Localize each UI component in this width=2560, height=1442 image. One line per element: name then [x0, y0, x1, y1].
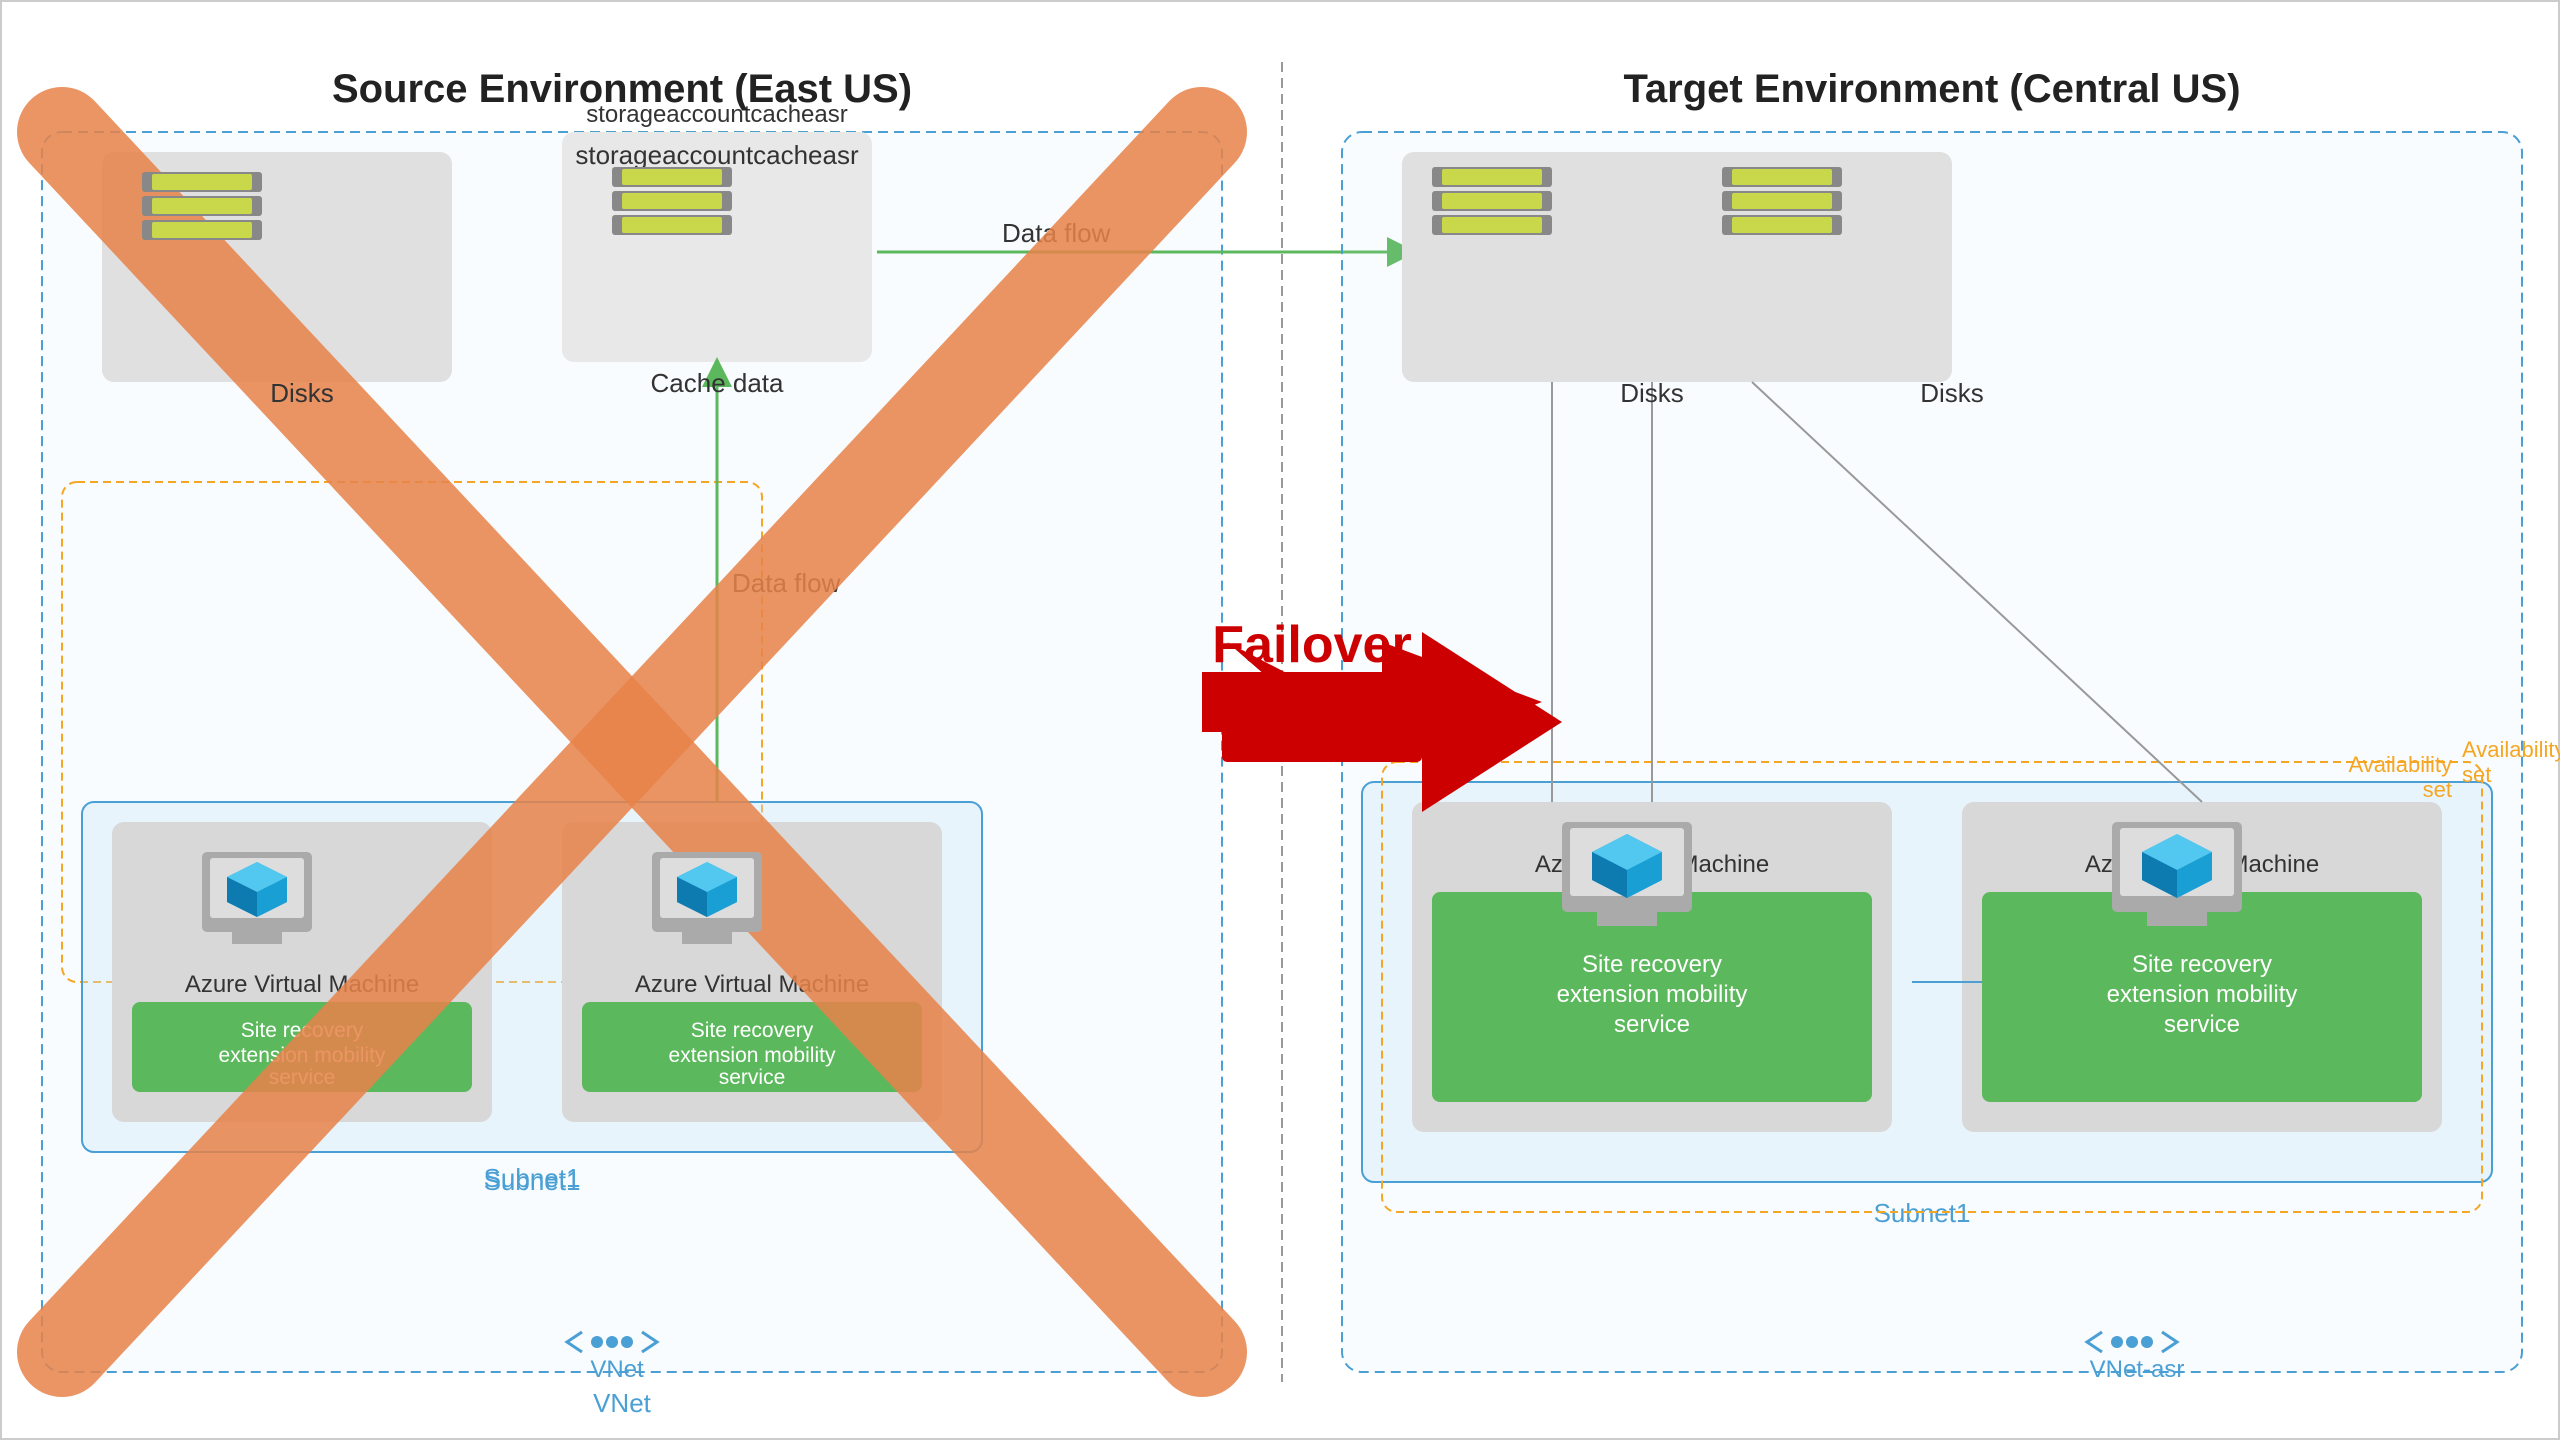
- svg-text:Cache data: Cache data: [651, 368, 785, 398]
- svg-text:Subnet1: Subnet1: [484, 1163, 581, 1193]
- svg-text:service: service: [1614, 1011, 1690, 1038]
- svg-text:Failover: Failover: [1212, 616, 1411, 674]
- svg-text:VNet-asr: VNet-asr: [2090, 1356, 2185, 1383]
- svg-text:Disks: Disks: [270, 378, 334, 408]
- svg-text:extension mobility: extension mobility: [669, 1044, 836, 1067]
- svg-text:Target Environment (Central US: Target Environment (Central US): [1623, 67, 2240, 111]
- svg-text:service: service: [719, 1066, 786, 1089]
- svg-text:service: service: [269, 1066, 336, 1089]
- svg-text:Azure Virtual Machine: Azure Virtual Machine: [185, 971, 419, 998]
- source-vnet-label: VNet: [593, 1388, 652, 1418]
- svg-text:Azure Virtual Machine: Azure Virtual Machine: [635, 971, 869, 998]
- svg-text:Data flow: Data flow: [732, 568, 841, 598]
- svg-text:Site recovery: Site recovery: [241, 1019, 364, 1042]
- svg-text:Data flow: Data flow: [1002, 218, 1111, 248]
- svg-text:Azure Virtual Machine: Azure Virtual Machine: [1535, 851, 1769, 878]
- svg-text:Disks: Disks: [1620, 378, 1684, 408]
- svg-text:set: set: [2462, 762, 2491, 787]
- svg-text:Azure Virtual Machine: Azure Virtual Machine: [2085, 851, 2319, 878]
- svg-text:Site recovery: Site recovery: [1582, 951, 1722, 978]
- svg-text:service: service: [2164, 1011, 2240, 1038]
- svg-text:Site recovery: Site recovery: [691, 1019, 814, 1042]
- svg-text:Availability: Availability: [2462, 737, 2560, 762]
- svg-text:extension mobility: extension mobility: [219, 1044, 386, 1067]
- svg-text:storageaccountcacheasr: storageaccountcacheasr: [586, 101, 848, 128]
- svg-text:extension mobility: extension mobility: [1557, 981, 1748, 1008]
- svg-text:storageaccountcacheasr: storageaccountcacheasr: [575, 140, 859, 170]
- svg-text:set: set: [2423, 777, 2452, 802]
- main-container: VNet storageaccountcacheasr Subnet1 Site…: [0, 0, 2560, 1440]
- svg-text:VNet: VNet: [590, 1356, 644, 1383]
- svg-text:Availability: Availability: [2348, 752, 2452, 777]
- svg-text:Disks: Disks: [1920, 378, 1984, 408]
- svg-text:Source Environment (East US): Source Environment (East US): [332, 67, 912, 111]
- svg-text:Subnet1: Subnet1: [1874, 1198, 1971, 1228]
- svg-text:Subnet1: Subnet1: [484, 1166, 581, 1196]
- svg-text:extension mobility: extension mobility: [2107, 981, 2298, 1008]
- svg-text:Site recovery: Site recovery: [2132, 951, 2272, 978]
